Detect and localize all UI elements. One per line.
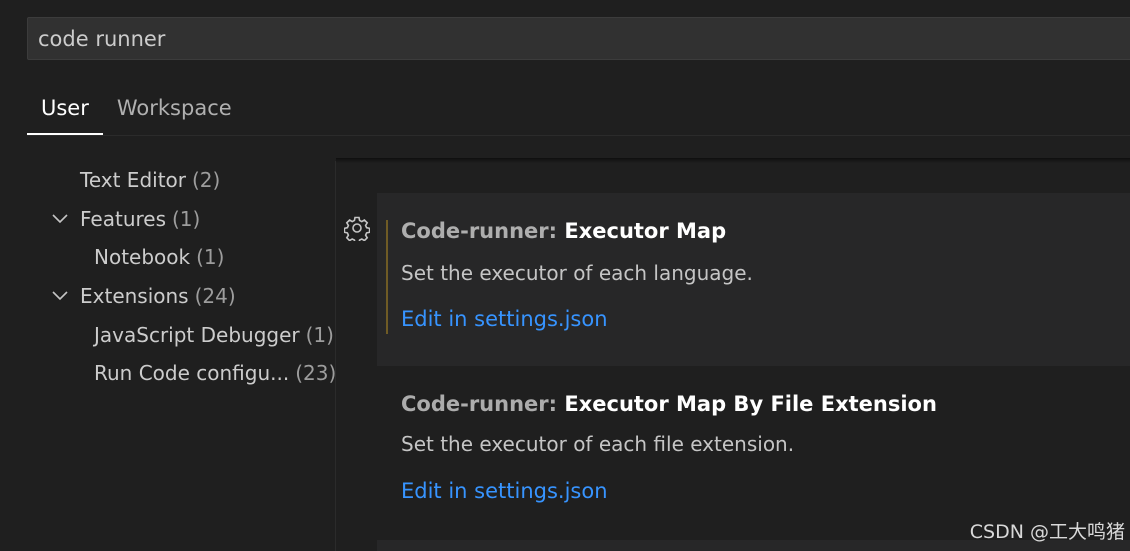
toc-item-extensions[interactable]: Extensions (24): [40, 277, 336, 316]
toc-item-label: Text Editor: [80, 168, 186, 193]
settings-editor: code runner User Workspace Text Editor (…: [0, 0, 1130, 551]
edit-in-settings-json-link[interactable]: Edit in settings.json: [401, 307, 608, 331]
setting-name: Executor Map: [564, 219, 727, 243]
toc-item-label: Extensions: [80, 284, 189, 309]
setting-executor-map: Code-runner: Executor Map Set the execut…: [377, 193, 1130, 366]
tab-workspace[interactable]: Workspace: [103, 86, 246, 135]
toc-item-count: (2): [192, 168, 221, 193]
toc-item-label: Run Code configu...: [94, 361, 290, 386]
toc-item-count: (1): [172, 206, 201, 231]
setting-category: Code-runner:: [401, 219, 565, 243]
setting-name: Executor Map By File Extension: [564, 392, 937, 416]
setting-title: Code-runner: Executor Map By File Extens…: [401, 392, 937, 416]
toc-item-label: JavaScript Debugger: [94, 322, 300, 347]
tab-divider: [27, 135, 1130, 136]
toc-item-count: (23): [295, 361, 337, 386]
scope-tabs: User Workspace: [27, 86, 246, 135]
settings-toc: Text Editor (2) Features (1) Notebook (1…: [40, 161, 336, 393]
search-input[interactable]: code runner: [27, 17, 1130, 60]
chevron-down-icon[interactable]: [51, 210, 69, 228]
gear-icon[interactable]: [343, 215, 371, 244]
toc-item-run-code-configuration[interactable]: Run Code configu... (23): [40, 354, 336, 393]
toc-item-notebook[interactable]: Notebook (1): [40, 238, 336, 277]
toc-item-count: (1): [305, 322, 334, 347]
toc-item-text-editor[interactable]: Text Editor (2): [40, 161, 336, 200]
toc-item-features[interactable]: Features (1): [40, 200, 336, 239]
toc-item-count: (24): [194, 284, 236, 309]
toc-item-javascript-debugger[interactable]: JavaScript Debugger (1): [40, 315, 336, 354]
toc-divider: [335, 161, 336, 551]
toc-item-count: (1): [196, 245, 225, 270]
toc-item-label: Features: [80, 206, 166, 231]
watermark: CSDN @工大鸣猪: [969, 521, 1125, 543]
edit-in-settings-json-link[interactable]: Edit in settings.json: [401, 479, 608, 503]
chevron-down-icon[interactable]: [51, 287, 69, 305]
setting-description: Set the executor of each file extension.: [401, 432, 795, 456]
setting-title: Code-runner: Executor Map: [401, 219, 726, 243]
focus-indicator: [386, 220, 388, 334]
tab-user[interactable]: User: [27, 86, 103, 135]
setting-description: Set the executor of each language.: [401, 261, 753, 285]
scroll-shadow: [336, 158, 1130, 163]
tab-workspace-label: Workspace: [116, 96, 232, 120]
tab-user-label: User: [41, 96, 89, 120]
search-input-value: code runner: [38, 26, 166, 51]
toc-item-label: Notebook: [94, 245, 191, 270]
setting-executor-map-by-file-extension: Code-runner: Executor Map By File Extens…: [377, 370, 1130, 540]
setting-category: Code-runner:: [401, 392, 565, 416]
